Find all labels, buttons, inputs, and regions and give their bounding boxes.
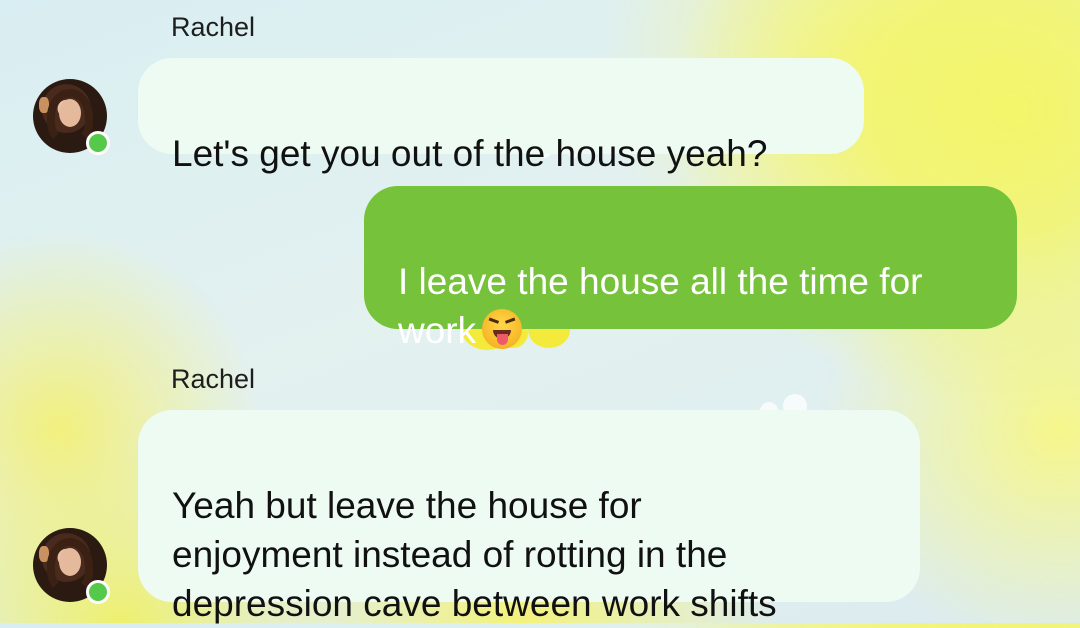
incoming-message-bubble[interactable]: Let's get you out of the house yeah?	[138, 58, 864, 174]
online-status-icon	[86, 580, 110, 604]
incoming-message-bubble[interactable]: Yeah but leave the house for enjoyment i…	[138, 410, 920, 624]
message-text: I leave the house all the time for work	[398, 261, 923, 351]
online-status-icon	[86, 131, 110, 155]
sender-name: Rachel	[171, 12, 256, 42]
avatar-photo-detail	[59, 99, 81, 127]
avatar[interactable]	[33, 79, 110, 155]
squinting-face-with-tongue-icon	[482, 309, 523, 349]
message-text: Let's get you out of the house yeah?	[172, 133, 768, 174]
outgoing-message-bubble[interactable]: I leave the house all the time for work	[364, 186, 1017, 351]
message-text: Yeah but leave the house for enjoyment i…	[172, 485, 777, 624]
avatar[interactable]	[33, 528, 110, 604]
avatar-photo-detail	[59, 548, 81, 576]
sender-name: Rachel	[171, 364, 256, 394]
